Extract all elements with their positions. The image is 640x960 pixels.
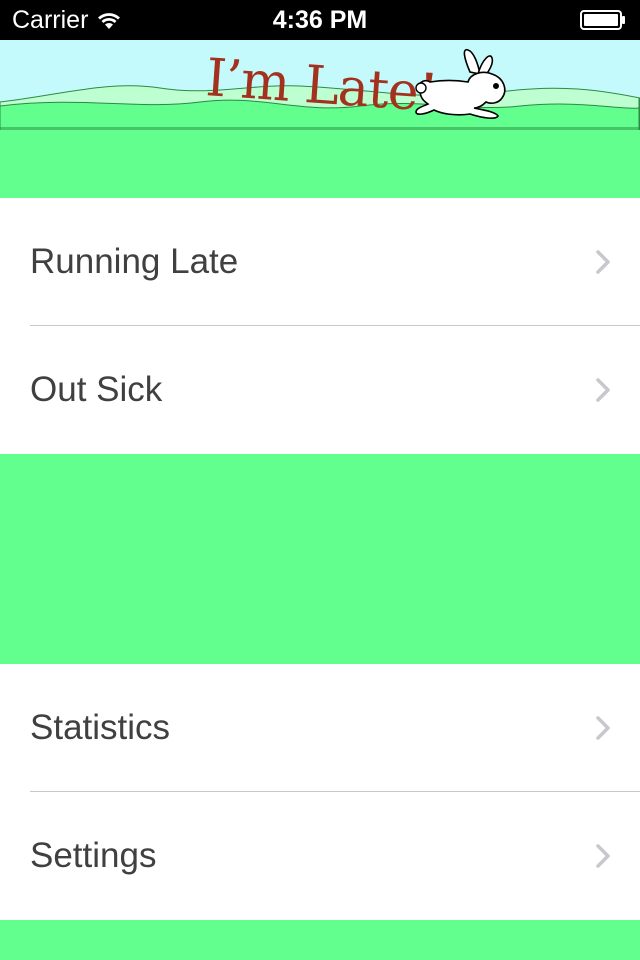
menu-item-running-late[interactable]: Running Late: [0, 198, 640, 326]
chevron-right-icon: [596, 250, 610, 274]
menu-item-label: Out Sick: [30, 370, 163, 409]
menu-item-statistics[interactable]: Statistics: [0, 664, 640, 792]
chevron-right-icon: [596, 844, 610, 868]
chevron-right-icon: [596, 716, 610, 740]
menu-section-primary: Running Late Out Sick: [0, 198, 640, 454]
rabbit-icon: [415, 48, 506, 119]
battery-icon: [580, 10, 625, 30]
menu-section-secondary: Statistics Settings: [0, 664, 640, 920]
menu-item-out-sick[interactable]: Out Sick: [0, 326, 640, 454]
menu-item-label: Settings: [30, 836, 157, 875]
status-time: 4:36 PM: [272, 5, 368, 34]
menu-item-label: Running Late: [30, 242, 239, 281]
app-banner: I’m Late!: [0, 40, 640, 130]
status-bar: Carrier 4:36 PM: [0, 0, 640, 40]
menu-item-label: Statistics: [30, 708, 171, 747]
chevron-right-icon: [596, 378, 610, 402]
menu-item-settings[interactable]: Settings: [0, 792, 640, 920]
